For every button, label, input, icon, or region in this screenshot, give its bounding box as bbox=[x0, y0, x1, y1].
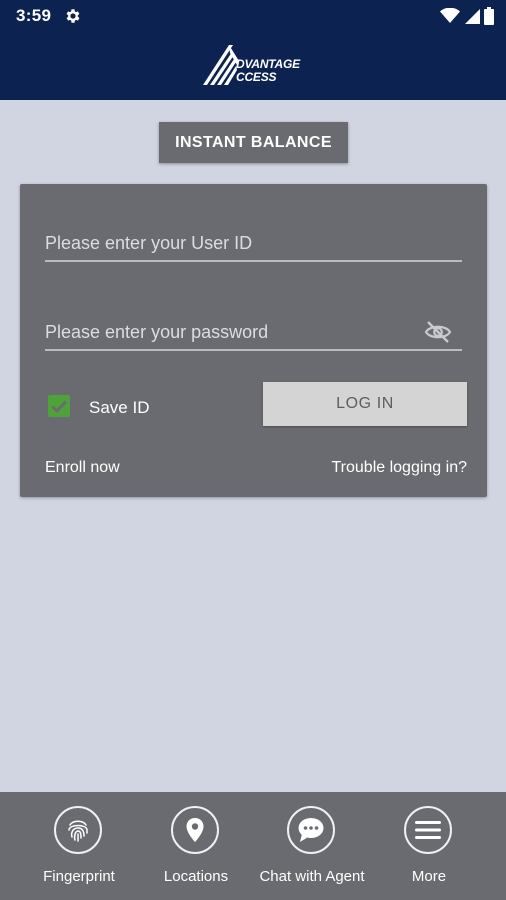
instant-balance-button[interactable]: INSTANT BALANCE bbox=[159, 122, 348, 163]
chat-icon bbox=[287, 806, 335, 854]
bottom-nav: Fingerprint Locations Chat with Agent Mo… bbox=[0, 792, 506, 900]
nav-label-chat: Chat with Agent bbox=[259, 868, 365, 885]
nav-label-fingerprint: Fingerprint bbox=[43, 868, 115, 885]
password-field bbox=[45, 315, 462, 351]
nav-item-more[interactable]: More bbox=[369, 792, 489, 900]
battery-icon bbox=[484, 7, 494, 25]
nav-item-chat[interactable]: Chat with Agent bbox=[252, 792, 372, 900]
fingerprint-icon bbox=[54, 806, 102, 854]
password-input[interactable] bbox=[45, 315, 462, 349]
logo-stripes-icon bbox=[203, 45, 239, 85]
userid-field bbox=[45, 226, 462, 262]
trouble-logging-in-link[interactable]: Trouble logging in? bbox=[332, 459, 468, 477]
status-time: 3:59 bbox=[16, 6, 52, 25]
checkmark-icon bbox=[51, 400, 68, 414]
settings-gear-icon bbox=[66, 9, 80, 23]
userid-input[interactable] bbox=[45, 226, 462, 260]
status-bar: 3:59 bbox=[0, 0, 506, 30]
login-card: Save ID LOG IN Enroll now Trouble loggin… bbox=[20, 184, 487, 497]
location-pin-icon bbox=[171, 806, 219, 854]
logo-line2: CCESS bbox=[236, 70, 277, 84]
login-button[interactable]: LOG IN bbox=[263, 382, 467, 426]
system-icons bbox=[440, 6, 494, 26]
menu-icon bbox=[404, 806, 452, 854]
nav-item-locations[interactable]: Locations bbox=[136, 792, 256, 900]
nav-item-fingerprint[interactable]: Fingerprint bbox=[19, 792, 139, 900]
nav-label-more: More bbox=[411, 868, 447, 885]
logo-line1: DVANTAGE bbox=[236, 57, 300, 71]
enroll-now-link[interactable]: Enroll now bbox=[45, 459, 120, 477]
nav-label-locations: Locations bbox=[163, 868, 229, 885]
save-id-checkbox[interactable] bbox=[48, 395, 70, 417]
save-id-label: Save ID bbox=[89, 398, 150, 417]
password-visibility-icon[interactable] bbox=[424, 320, 452, 344]
signal-icon bbox=[465, 9, 480, 24]
wifi-icon bbox=[440, 8, 460, 23]
advantage-access-logo: DVANTAGE CCESS bbox=[199, 43, 309, 87]
app-header: DVANTAGE CCESS bbox=[0, 30, 506, 100]
